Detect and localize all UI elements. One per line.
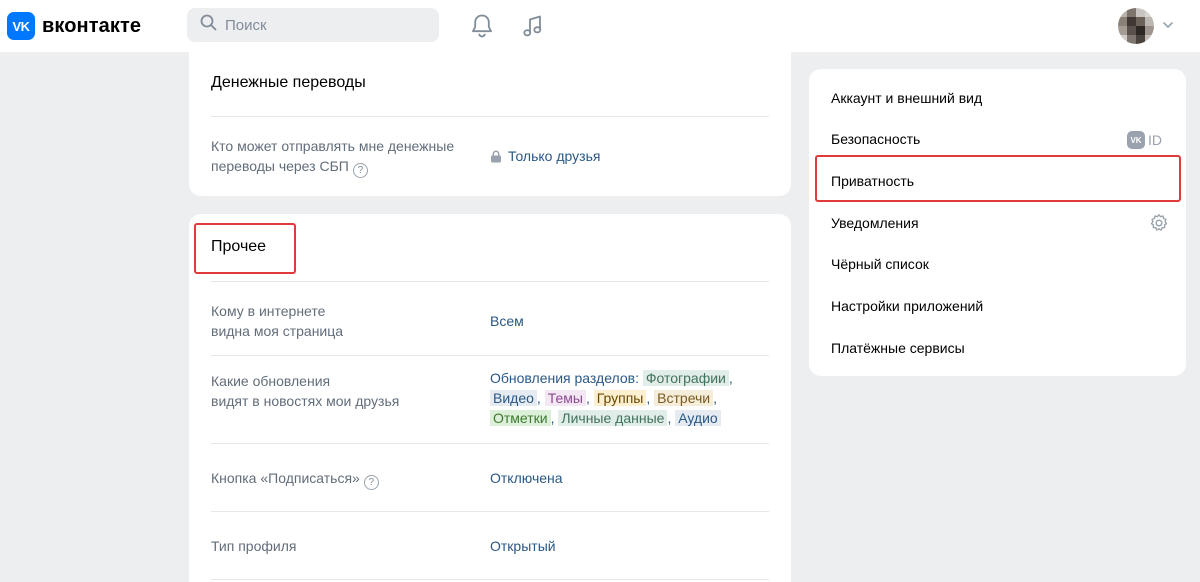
news-updates-label: Какие обновления видят в новостях мои др… — [211, 373, 400, 409]
chevron-down-icon[interactable] — [1162, 18, 1174, 36]
divider — [211, 116, 769, 117]
subscribe-button-label: Кнопка «Подписаться»? — [211, 468, 379, 490]
help-icon[interactable]: ? — [363, 475, 379, 490]
gear-icon[interactable] — [1149, 213, 1169, 238]
top-bar: VK вконтакте — [0, 0, 1200, 52]
subscribe-button-setting[interactable]: Отключена — [490, 468, 563, 488]
divider — [211, 443, 769, 444]
divider — [211, 511, 769, 512]
divider — [211, 281, 769, 282]
vk-logo[interactable]: VK вконтакте — [7, 12, 141, 40]
sbp-transfer-setting[interactable]: Только друзья — [490, 146, 600, 166]
menu-item-notifications[interactable]: Уведомления — [831, 215, 919, 231]
news-updates-setting[interactable]: Обновления разделов: Фотографии, Видео, … — [490, 368, 760, 428]
divider — [211, 579, 769, 580]
search-icon — [200, 14, 217, 36]
bell-icon[interactable] — [468, 12, 496, 40]
sbp-transfer-label: Кто может отправлять мне денежные перево… — [211, 138, 455, 178]
menu-item-blacklist[interactable]: Чёрный список — [831, 256, 929, 272]
logo-text: вконтакте — [42, 14, 142, 37]
vk-id-icon: VK ID — [1127, 131, 1162, 149]
menu-item-app-settings[interactable]: Настройки приложений — [831, 298, 983, 314]
other-settings-card: Прочее Кому в интернете видна моя страни… — [189, 214, 791, 582]
menu-item-payment-services[interactable]: Платёжные сервисы — [831, 340, 965, 356]
updates-prefix: Обновления разделов: — [490, 370, 639, 386]
music-icon[interactable] — [519, 12, 547, 40]
page-visibility-setting[interactable]: Всем — [490, 311, 524, 331]
search-box[interactable] — [187, 8, 439, 42]
profile-type-label: Тип профиля — [211, 538, 297, 554]
avatar[interactable] — [1118, 8, 1154, 44]
section-title-money: Денежные переводы — [211, 74, 366, 91]
tag-topics[interactable]: Темы — [544, 390, 586, 406]
settings-menu: Аккаунт и внешний вид Безопасность VK ID … — [809, 69, 1186, 376]
divider — [211, 355, 769, 356]
menu-item-security[interactable]: Безопасность — [831, 131, 920, 147]
money-transfers-card: Денежные переводы Кто может отправлять м… — [189, 47, 791, 196]
vk-logo-icon: VK — [7, 12, 35, 40]
page-visibility-label: Кому в интернете видна моя страница — [211, 303, 344, 339]
help-icon[interactable]: ? — [352, 163, 368, 178]
tag-video[interactable]: Видео — [490, 390, 537, 406]
tag-personal-data[interactable]: Личные данные — [558, 410, 668, 426]
lock-icon — [491, 150, 501, 162]
menu-item-account[interactable]: Аккаунт и внешний вид — [831, 90, 982, 106]
search-input[interactable] — [225, 16, 425, 34]
tag-groups[interactable]: Группы — [593, 390, 647, 406]
tag-photos[interactable]: Фотографии — [642, 370, 729, 386]
profile-type-setting[interactable]: Открытый — [490, 536, 556, 556]
highlight-box — [815, 155, 1181, 202]
highlight-box — [194, 223, 296, 274]
tag-tags[interactable]: Отметки — [490, 410, 551, 426]
tag-events[interactable]: Встречи — [654, 390, 714, 406]
tag-audio[interactable]: Аудио — [675, 410, 721, 426]
